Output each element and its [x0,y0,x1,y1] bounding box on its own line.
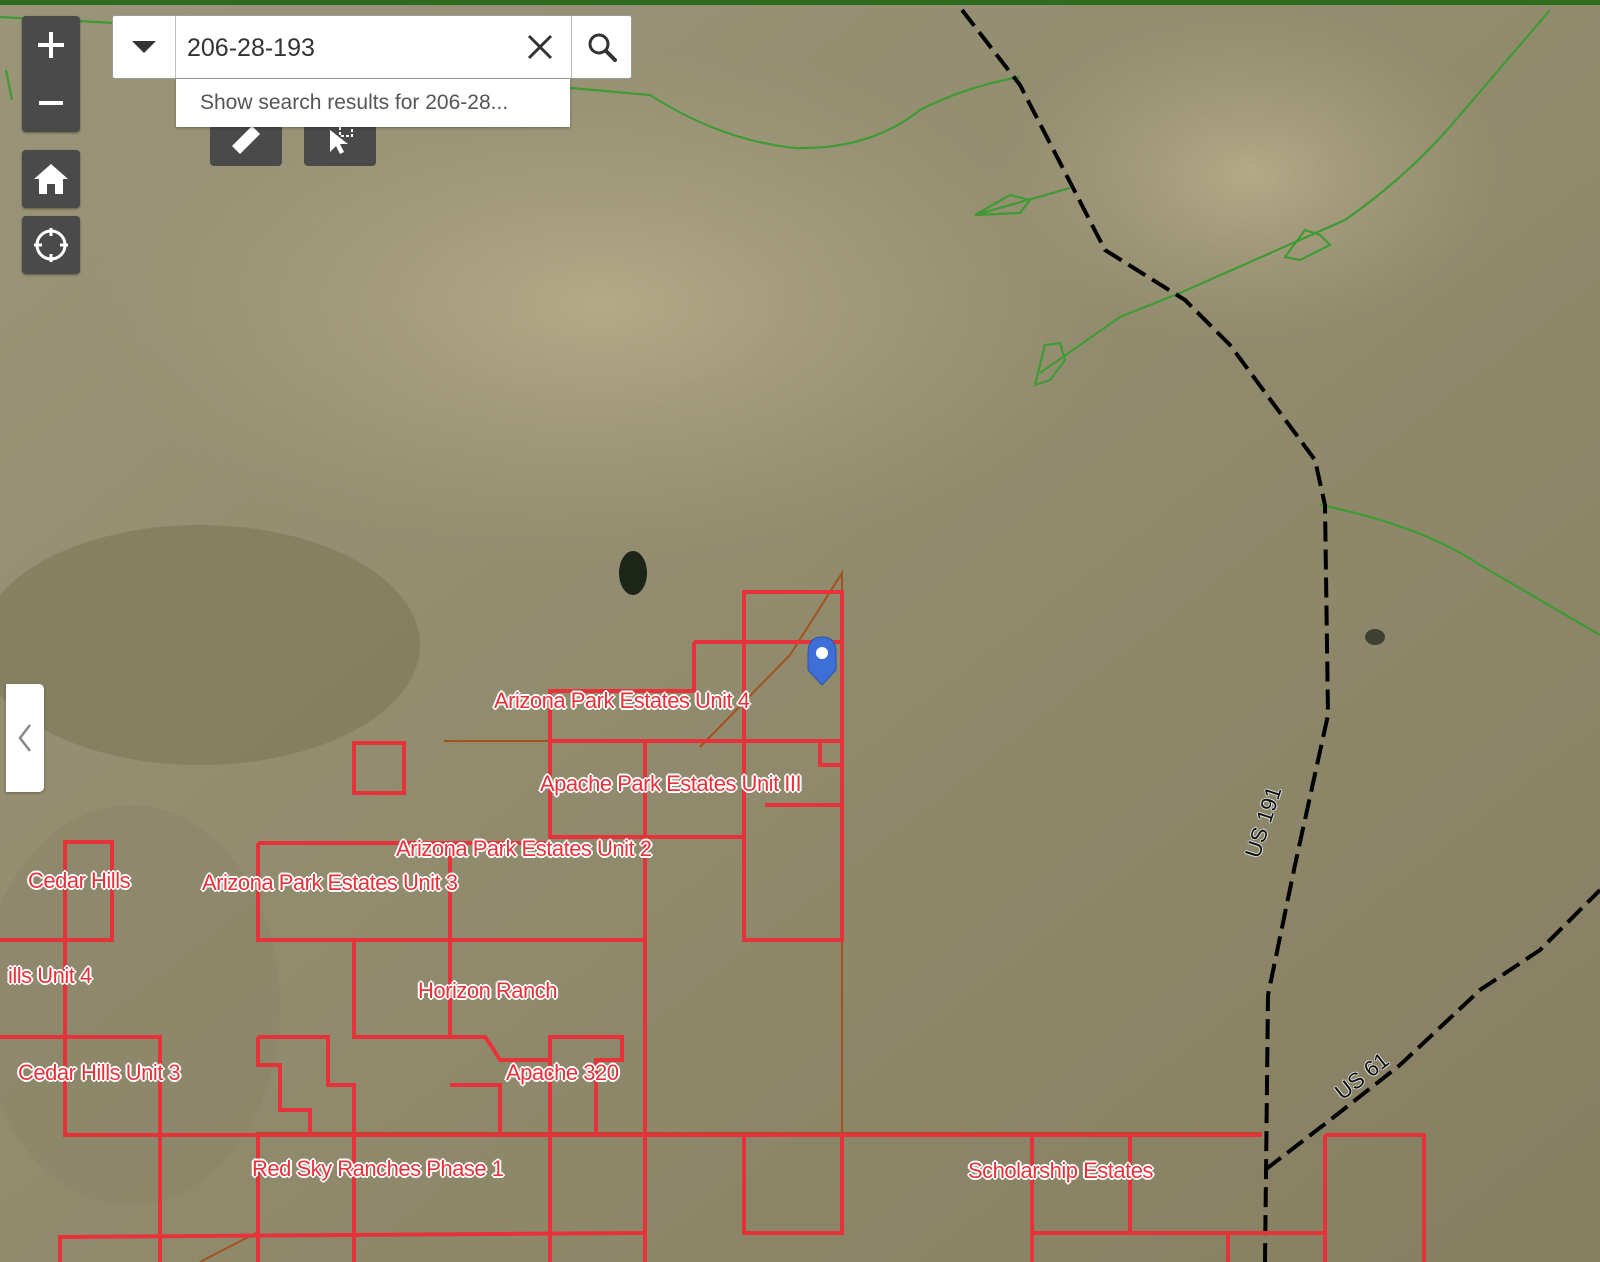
search-source-dropdown[interactable] [113,16,176,78]
home-button[interactable] [22,150,80,208]
locate-button[interactable] [22,216,80,274]
search-widget [112,15,632,79]
clear-search-button[interactable] [517,16,563,78]
parcel-label[interactable]: Apache Park Estates Unit III [540,771,802,797]
chevron-left-icon [18,724,31,752]
parcel-label[interactable]: Red Sky Ranches Phase 1 [252,1156,504,1182]
zoom-in-button[interactable] [22,16,80,74]
parcel-label[interactable]: Apache 320 [506,1060,619,1086]
parcel-label[interactable]: Arizona Park Estates Unit 2 [396,836,652,862]
search-icon [588,33,617,62]
parcel-label[interactable]: Cedar Hills Unit 3 [18,1060,181,1086]
pond [619,551,647,595]
parcel-label[interactable]: Cedar Hills [28,868,131,894]
map-view[interactable]: Arizona Park Estates Unit 4 Apache Park … [0,5,1600,1262]
search-suggestion[interactable]: Show search results for 206-28... [176,79,570,127]
search-input[interactable] [185,26,509,70]
dark-vegetation [0,525,420,765]
zoom-out-button[interactable] [22,74,80,132]
caret-down-icon [132,41,156,53]
side-panel-toggle[interactable] [6,684,44,792]
zoom-control [22,16,80,132]
parcel-label[interactable]: Arizona Park Estates Unit 3 [202,870,458,896]
search-button[interactable] [571,16,632,78]
locate-crosshair-icon [34,228,68,262]
pond [1365,629,1385,645]
parcel-label[interactable]: ills Unit 4 [8,963,92,989]
plus-icon [38,32,64,58]
parcel-label[interactable]: Scholarship Estates [968,1158,1153,1184]
home-icon [34,164,68,194]
parcel-label[interactable]: Arizona Park Estates Unit 4 [494,688,750,714]
close-icon [527,34,553,60]
minus-icon [39,101,63,105]
parcel-label[interactable]: Horizon Ranch [418,978,558,1004]
